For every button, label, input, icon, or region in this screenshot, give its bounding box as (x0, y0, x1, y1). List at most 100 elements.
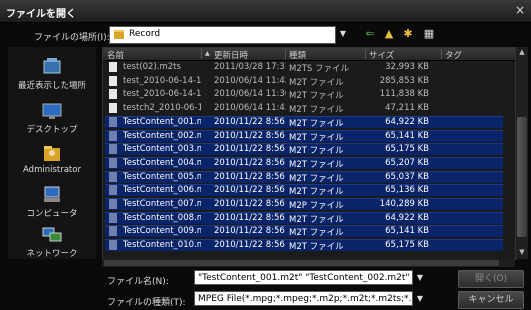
file-row[interactable]: TestContent_007.m2p 2010/11/22 8:56 M2P ファ… (103, 198, 516, 211)
file-row[interactable]: TestContent_010.m2t 2010/11/22 8:56 M2T ファ… (103, 239, 516, 252)
place-desktop[interactable]: デスクトップ (8, 101, 96, 135)
places-bar: 最近表示した場所 デスクトップ Administrator コンピュータ ネット… (8, 47, 96, 259)
place-network[interactable]: ネットワーク (8, 225, 96, 259)
file-type: M2T ファイル (289, 146, 344, 157)
title-bar: ファイルを開く × (0, 0, 531, 23)
filetype-label: ファイルの種類(T): (107, 298, 186, 308)
file-size: 64,922 KB (385, 116, 429, 127)
column-divider[interactable] (365, 49, 366, 59)
file-size: 111,838 KB (379, 89, 429, 100)
file-name: test_2010-06-14-11... (123, 89, 201, 100)
file-name: TestContent_004.m2t (123, 157, 201, 168)
filetype-dropdown-icon[interactable]: ▼ (414, 291, 426, 306)
filetype-select[interactable]: MPEG File(*.mpg;*.mpeg;*.m2p;*.m2t;*.m2t… (194, 291, 413, 306)
file-row[interactable]: TestContent_006.m2t 2010/11/22 8:56 M2T ファ… (103, 184, 516, 197)
file-name: TestContent_007.m2p (123, 199, 201, 209)
file-date: 2011/03/28 17:31 (214, 62, 286, 72)
file-row[interactable]: testch2_2010-06-14... 2010/06/14 11:43M2T… (103, 102, 516, 116)
view-menu-icon[interactable]: ▦ (419, 26, 439, 42)
close-icon[interactable]: × (513, 3, 527, 17)
column-type[interactable]: 種類 (289, 49, 306, 61)
scroll-up-icon[interactable]: ▲ (516, 47, 528, 58)
column-date[interactable]: 更新日時 (214, 49, 248, 61)
file-row[interactable]: TestContent_008.m2t 2010/11/22 8:56 M2T ファ… (103, 211, 516, 225)
file-name: TestContent_002.m2t (123, 130, 201, 141)
up-folder-icon[interactable]: ▲ (381, 26, 397, 42)
file-size: 285,853 KB (379, 75, 429, 86)
file-row[interactable]: TestContent_009.m2t 2010/11/22 8:56 M2T ファ… (103, 225, 516, 239)
file-date: 2010/11/22 8:56 (214, 130, 285, 141)
column-divider[interactable] (441, 49, 442, 59)
file-row[interactable]: TestContent_003.m2t 2010/11/22 8:56 M2T ファ… (103, 143, 516, 157)
dialog-title: ファイルを開く (6, 9, 76, 20)
computer-icon (44, 186, 60, 202)
file-icon (109, 199, 117, 209)
back-icon[interactable]: ⇐ (362, 26, 378, 42)
file-icon (109, 130, 117, 141)
file-type: M2T ファイル (289, 105, 344, 116)
place-administrator[interactable]: Administrator (8, 143, 96, 175)
file-row[interactable]: TestContent_005.m2t 2010/11/22 8:56 M2T ファ… (103, 170, 516, 184)
file-row[interactable]: test_2010-06-14-11... 2010/06/14 11:36M2T… (103, 88, 516, 102)
user-folder-icon (44, 146, 60, 161)
file-size: 65,141 KB (385, 130, 429, 141)
file-size: 65,136 KB (385, 185, 429, 196)
file-name: TestContent_009.m2t (123, 226, 201, 237)
lookin-dropdown-icon[interactable]: ▼ (336, 26, 350, 42)
file-name: test(02).m2ts (123, 62, 181, 72)
column-divider[interactable] (285, 49, 286, 59)
file-icon (109, 157, 117, 168)
file-icon (109, 212, 117, 223)
file-icon (109, 185, 117, 196)
file-row[interactable]: test(02).m2ts 2011/03/28 17:31 M2TS ファイル 32… (103, 61, 516, 74)
filename-dropdown-icon[interactable]: ▼ (414, 270, 426, 285)
file-type: M2T ファイル (289, 173, 344, 184)
file-date: 2010/11/22 8:56 (214, 199, 285, 209)
horizontal-scrollbar[interactable] (102, 259, 515, 267)
network-icon (42, 227, 62, 242)
place-computer[interactable]: コンピュータ (8, 185, 96, 219)
file-date: 2010/11/22 8:56 (214, 157, 285, 168)
file-list[interactable]: 名前 ▲ 更新日時 種類 サイズ タグ test(02).m2ts 2011/03… (102, 47, 517, 260)
file-name: TestContent_005.m2t (123, 171, 201, 182)
scroll-down-icon[interactable]: ▼ (516, 247, 528, 258)
file-date: 2010/11/22 8:56 (214, 240, 285, 251)
file-size: 65,175 KB (385, 144, 429, 155)
file-row[interactable]: TestContent_001.m2t 2010/11/22 8:56 M2T ファ… (103, 115, 516, 129)
place-recent[interactable]: 最近表示した場所 (8, 57, 96, 91)
scroll-thumb[interactable] (517, 117, 527, 237)
file-name: TestContent_006.m2t (123, 185, 201, 196)
file-date: 2010/11/22 8:56 (214, 226, 285, 237)
cancel-button[interactable]: キャンセル (458, 291, 524, 309)
horizontal-scroll-thumb[interactable] (104, 260, 499, 266)
file-row[interactable]: TestContent_004.m2t 2010/11/22 8:56 M2T ファ… (103, 156, 516, 170)
place-label: デスクトップ (26, 125, 78, 135)
filename-input[interactable]: "TestContent_001.m2t" "TestContent_002.m… (194, 270, 413, 285)
column-tag[interactable]: タグ (445, 49, 462, 61)
file-icon (109, 75, 117, 86)
file-type: M2T ファイル (289, 228, 344, 239)
file-type: M2T ファイル (289, 214, 344, 225)
file-icon (109, 144, 117, 155)
file-size: 32,993 KB (385, 62, 429, 72)
file-size: 140,289 KB (379, 199, 429, 209)
open-button[interactable]: 開く(O) (458, 270, 524, 288)
file-icon (109, 89, 117, 100)
folder-icon (114, 30, 124, 39)
new-folder-icon[interactable]: ✱ (400, 26, 416, 42)
file-size: 64,922 KB (385, 212, 429, 223)
file-date: 2010/11/22 8:56 (214, 212, 285, 223)
lookin-combobox[interactable]: Record (109, 26, 336, 44)
file-icon (109, 62, 117, 72)
column-divider[interactable] (201, 49, 202, 59)
file-row[interactable]: test_2010-06-14-11... 2010/06/14 11:42M2T… (103, 75, 516, 88)
column-header-row: 名前 ▲ 更新日時 種類 サイズ タグ (103, 48, 516, 61)
file-type: M2T ファイル (289, 91, 344, 102)
column-size[interactable]: サイズ (369, 49, 394, 61)
file-row[interactable]: TestContent_002.m2t 2010/11/22 8:56 M2T ファ… (103, 129, 516, 143)
file-name: TestContent_010.m2t (123, 240, 201, 251)
place-label: 最近表示した場所 (17, 81, 86, 91)
vertical-scrollbar[interactable]: ▲ ▼ (515, 47, 528, 259)
file-name: TestContent_003.m2t (123, 144, 201, 155)
column-name[interactable]: 名前 (107, 49, 124, 61)
